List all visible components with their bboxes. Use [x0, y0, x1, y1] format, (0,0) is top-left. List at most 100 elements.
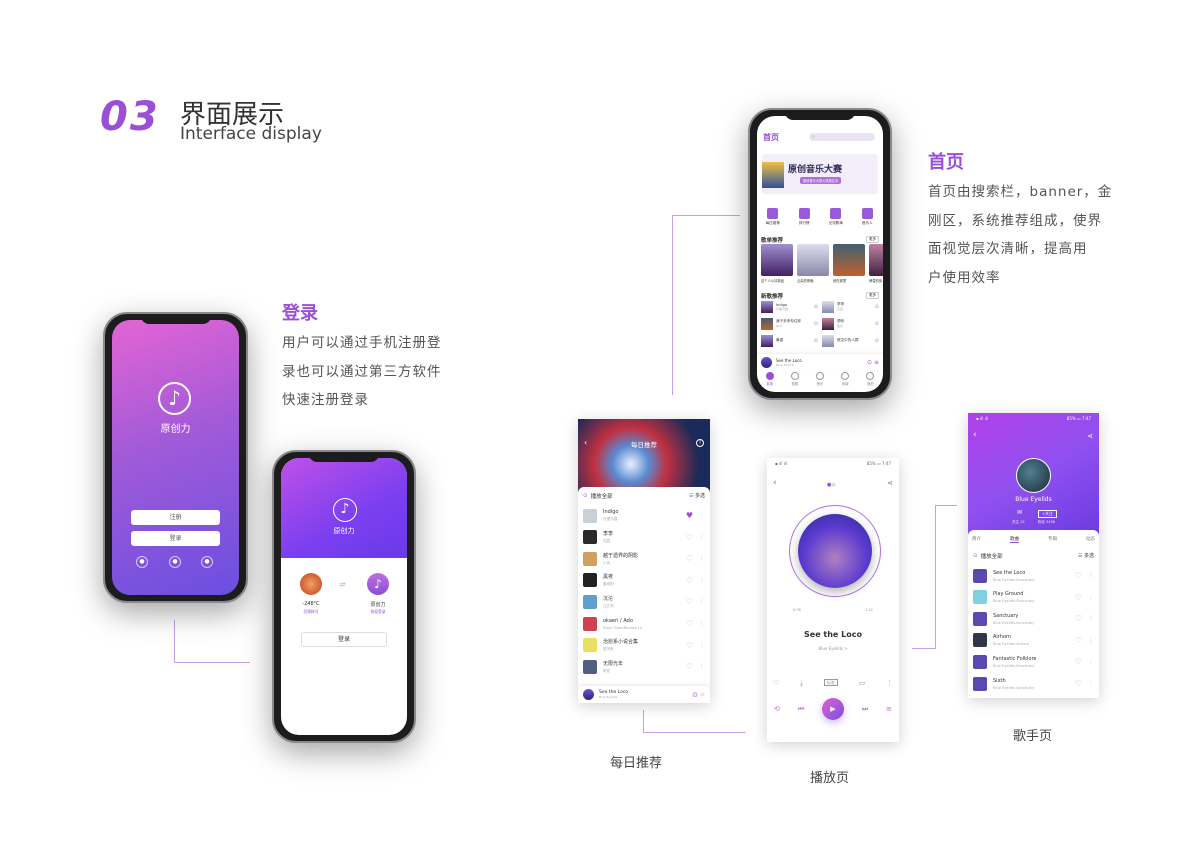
heart-icon[interactable]: ♡ — [1075, 657, 1082, 666]
next-icon[interactable]: ⏭ — [862, 705, 868, 714]
tab-1[interactable]: 视频 — [790, 372, 799, 390]
play-icon[interactable]: ⊙ — [692, 691, 698, 699]
message-icon[interactable]: ✉ — [1017, 509, 1022, 516]
quick-nav-item[interactable]: 音乐人 — [853, 208, 881, 226]
song-row[interactable]: 黑夜 董咸阿 ♡ ⋮ — [583, 570, 705, 591]
register-button[interactable]: 注册 — [131, 510, 220, 525]
song-row[interactable]: Sixth Blue Eyelids-Sanctuary ♡ ⋮ — [973, 673, 1094, 694]
new-song-item[interactable]: Indigo 汉堡与猫 ⊙ — [761, 300, 818, 313]
tab-3[interactable]: 商城 — [841, 372, 850, 390]
new-song-item[interactable]: 想你 夜光 ⊙ — [822, 317, 879, 330]
song-row[interactable]: Play Ground Blue Eyelids-Sanctuary ♡ ⋮ — [973, 587, 1094, 608]
more-icon[interactable]: ⋮ — [699, 555, 705, 562]
play-button[interactable]: ▶ — [822, 698, 844, 720]
tab-4[interactable]: 我的 — [866, 372, 875, 390]
playlist-card[interactable]: 这个人小清新品 — [761, 244, 793, 283]
artist-tab[interactable]: 简介 — [972, 536, 981, 543]
play-icon[interactable]: ⊙ — [814, 304, 818, 310]
playlist-card[interactable]: 黄昏的街 — [869, 244, 883, 283]
song-row[interactable]: 沉沦 江孔阿 ♡ ⋮ — [583, 591, 705, 612]
heart-icon[interactable]: ♡ — [773, 679, 779, 688]
song-row[interactable]: See the Loco Blue Eyelids-Sanctuary ♡ ⋮ — [973, 565, 1094, 586]
heart-icon[interactable]: ♥ — [686, 511, 693, 520]
heart-icon[interactable]: ♡ — [686, 619, 693, 628]
wechat-icon[interactable]: ● — [136, 556, 148, 568]
heart-icon[interactable]: ♡ — [1075, 593, 1082, 602]
playlist-icon[interactable]: ≡ — [874, 359, 879, 366]
more-icon[interactable]: ⋮ — [1088, 594, 1094, 601]
artist-link[interactable]: Blue Eyelids > — [767, 646, 899, 651]
more-icon[interactable]: ⋮ — [1088, 658, 1094, 665]
new-songs-more-button[interactable]: 更多 — [866, 292, 879, 299]
song-row[interactable]: 越于遗界的阴影 小安 ♡ ⋮ — [583, 548, 705, 569]
more-icon[interactable]: ⋮ — [1088, 615, 1094, 622]
share-icon[interactable]: ⋖ — [887, 479, 893, 487]
follow-button[interactable]: +关注 — [1038, 510, 1057, 518]
more-icon[interactable]: ⋮ — [699, 642, 705, 649]
new-song-item[interactable]: 李李 花园 ⊙ — [822, 300, 879, 313]
song-row[interactable]: okaeri / Ado Rokei Tribe/Niclaes Lu ♡ ⋮ — [583, 613, 705, 634]
more-icon[interactable]: ⋮ — [1088, 680, 1094, 687]
playlist-icon[interactable]: ≡ — [700, 691, 705, 698]
heart-icon[interactable]: ♡ — [686, 662, 693, 671]
playlist-card[interactable]: 就在那里 — [833, 244, 865, 283]
weibo-icon[interactable]: ● — [201, 556, 213, 568]
heart-icon[interactable]: ♡ — [1075, 614, 1082, 623]
repeat-icon[interactable]: ⟲ — [774, 705, 780, 713]
play-icon[interactable]: ⊙ — [875, 338, 879, 344]
heart-icon[interactable]: ♡ — [686, 554, 693, 563]
song-row[interactable]: Airhorn Blue Eyelids-Airhorn ♡ ⋮ — [973, 630, 1094, 651]
search-input[interactable]: ⌕ — [809, 133, 875, 141]
song-row[interactable]: 李李 花园 ♡ ⋮ — [583, 527, 705, 548]
song-row[interactable]: 治愈系小说合集 银河系 ♡ ⋮ — [583, 635, 705, 656]
heart-icon[interactable]: ♡ — [686, 641, 693, 650]
queue-icon[interactable]: ≡ — [886, 705, 892, 713]
heart-icon[interactable]: ♡ — [686, 576, 693, 585]
qq-icon[interactable]: ● — [169, 556, 181, 568]
heart-icon[interactable]: ♡ — [686, 597, 693, 606]
new-song-item[interactable]: 夜空中的人群 ⊙ — [822, 334, 879, 347]
song-row[interactable]: 无限光年 阿花 ♡ ⋮ — [583, 656, 705, 677]
artist-tab[interactable]: 动态 — [1086, 536, 1095, 543]
back-icon[interactable]: ‹ — [973, 430, 977, 440]
heart-icon[interactable]: ♡ — [686, 533, 693, 542]
play-all-button[interactable]: ⊙ 播放全部 — [973, 552, 1003, 560]
more-icon[interactable]: ⋮ — [699, 620, 705, 627]
quality-button[interactable]: 标准 — [823, 679, 838, 686]
switch-account-link[interactable]: 切换帐号 — [291, 609, 331, 615]
play-icon[interactable]: ⊙ — [875, 304, 879, 310]
auth-login-button[interactable]: 登录 — [301, 632, 387, 647]
more-icon[interactable]: ⋮ — [699, 598, 705, 605]
song-row[interactable]: Sanctuary Blue Eyelids-Sanctuary ♡ ⋮ — [973, 608, 1094, 629]
quick-nav-item[interactable]: 交流歌单 — [822, 208, 850, 226]
help-icon[interactable]: ? — [696, 439, 704, 447]
more-icon[interactable]: ⋮ — [1088, 572, 1094, 579]
mini-player[interactable]: See the Loco Blue Eyelids ⊙ ≡ — [757, 354, 883, 370]
heart-icon[interactable]: ♡ — [1075, 571, 1082, 580]
heart-icon[interactable]: ♡ — [1075, 679, 1082, 688]
multi-select-button[interactable]: ☰ 多选 — [1078, 552, 1094, 559]
artist-tab[interactable]: 专辑 — [1048, 536, 1057, 543]
previous-icon[interactable]: ⏮ — [798, 705, 804, 714]
multi-select-button[interactable]: ☰ 多选 — [689, 492, 705, 499]
tab-0[interactable]: 发现 — [765, 372, 774, 390]
new-song-item[interactable]: 我于未来勾住你 Bird ⊙ — [761, 317, 818, 330]
comment-icon[interactable]: ▭ — [859, 679, 866, 688]
new-song-item[interactable]: 黄昏 ⊙ — [761, 334, 818, 347]
more-icon[interactable]: ⋮ — [1088, 637, 1094, 644]
heart-icon[interactable]: ♡ — [1075, 636, 1082, 645]
artist-tab[interactable]: 歌曲 — [1010, 536, 1019, 543]
tab-2[interactable]: 音乐 — [815, 372, 824, 390]
song-row[interactable]: Indigo 汉堡与猫 ♥ ⋮ — [583, 505, 705, 526]
more-icon[interactable]: ⋮ — [699, 512, 705, 519]
share-icon[interactable]: ⋖ — [1087, 432, 1093, 440]
play-icon[interactable]: ⊙ — [867, 359, 872, 366]
quick-nav-item[interactable]: 排行榜 — [790, 208, 818, 226]
more-icon[interactable]: ⋮ — [699, 577, 705, 584]
play-icon[interactable]: ⊙ — [814, 338, 818, 344]
play-all-button[interactable]: ⊙ 播放全部 — [583, 492, 613, 500]
more-icon[interactable]: ⋮ — [699, 663, 705, 670]
quick-nav-item[interactable]: 每日推荐 — [759, 208, 787, 226]
playlist-more-button[interactable]: 更多 — [866, 236, 879, 243]
mini-player[interactable]: See the Loco Blue Eyelids ⊙ ≡ — [578, 686, 710, 703]
